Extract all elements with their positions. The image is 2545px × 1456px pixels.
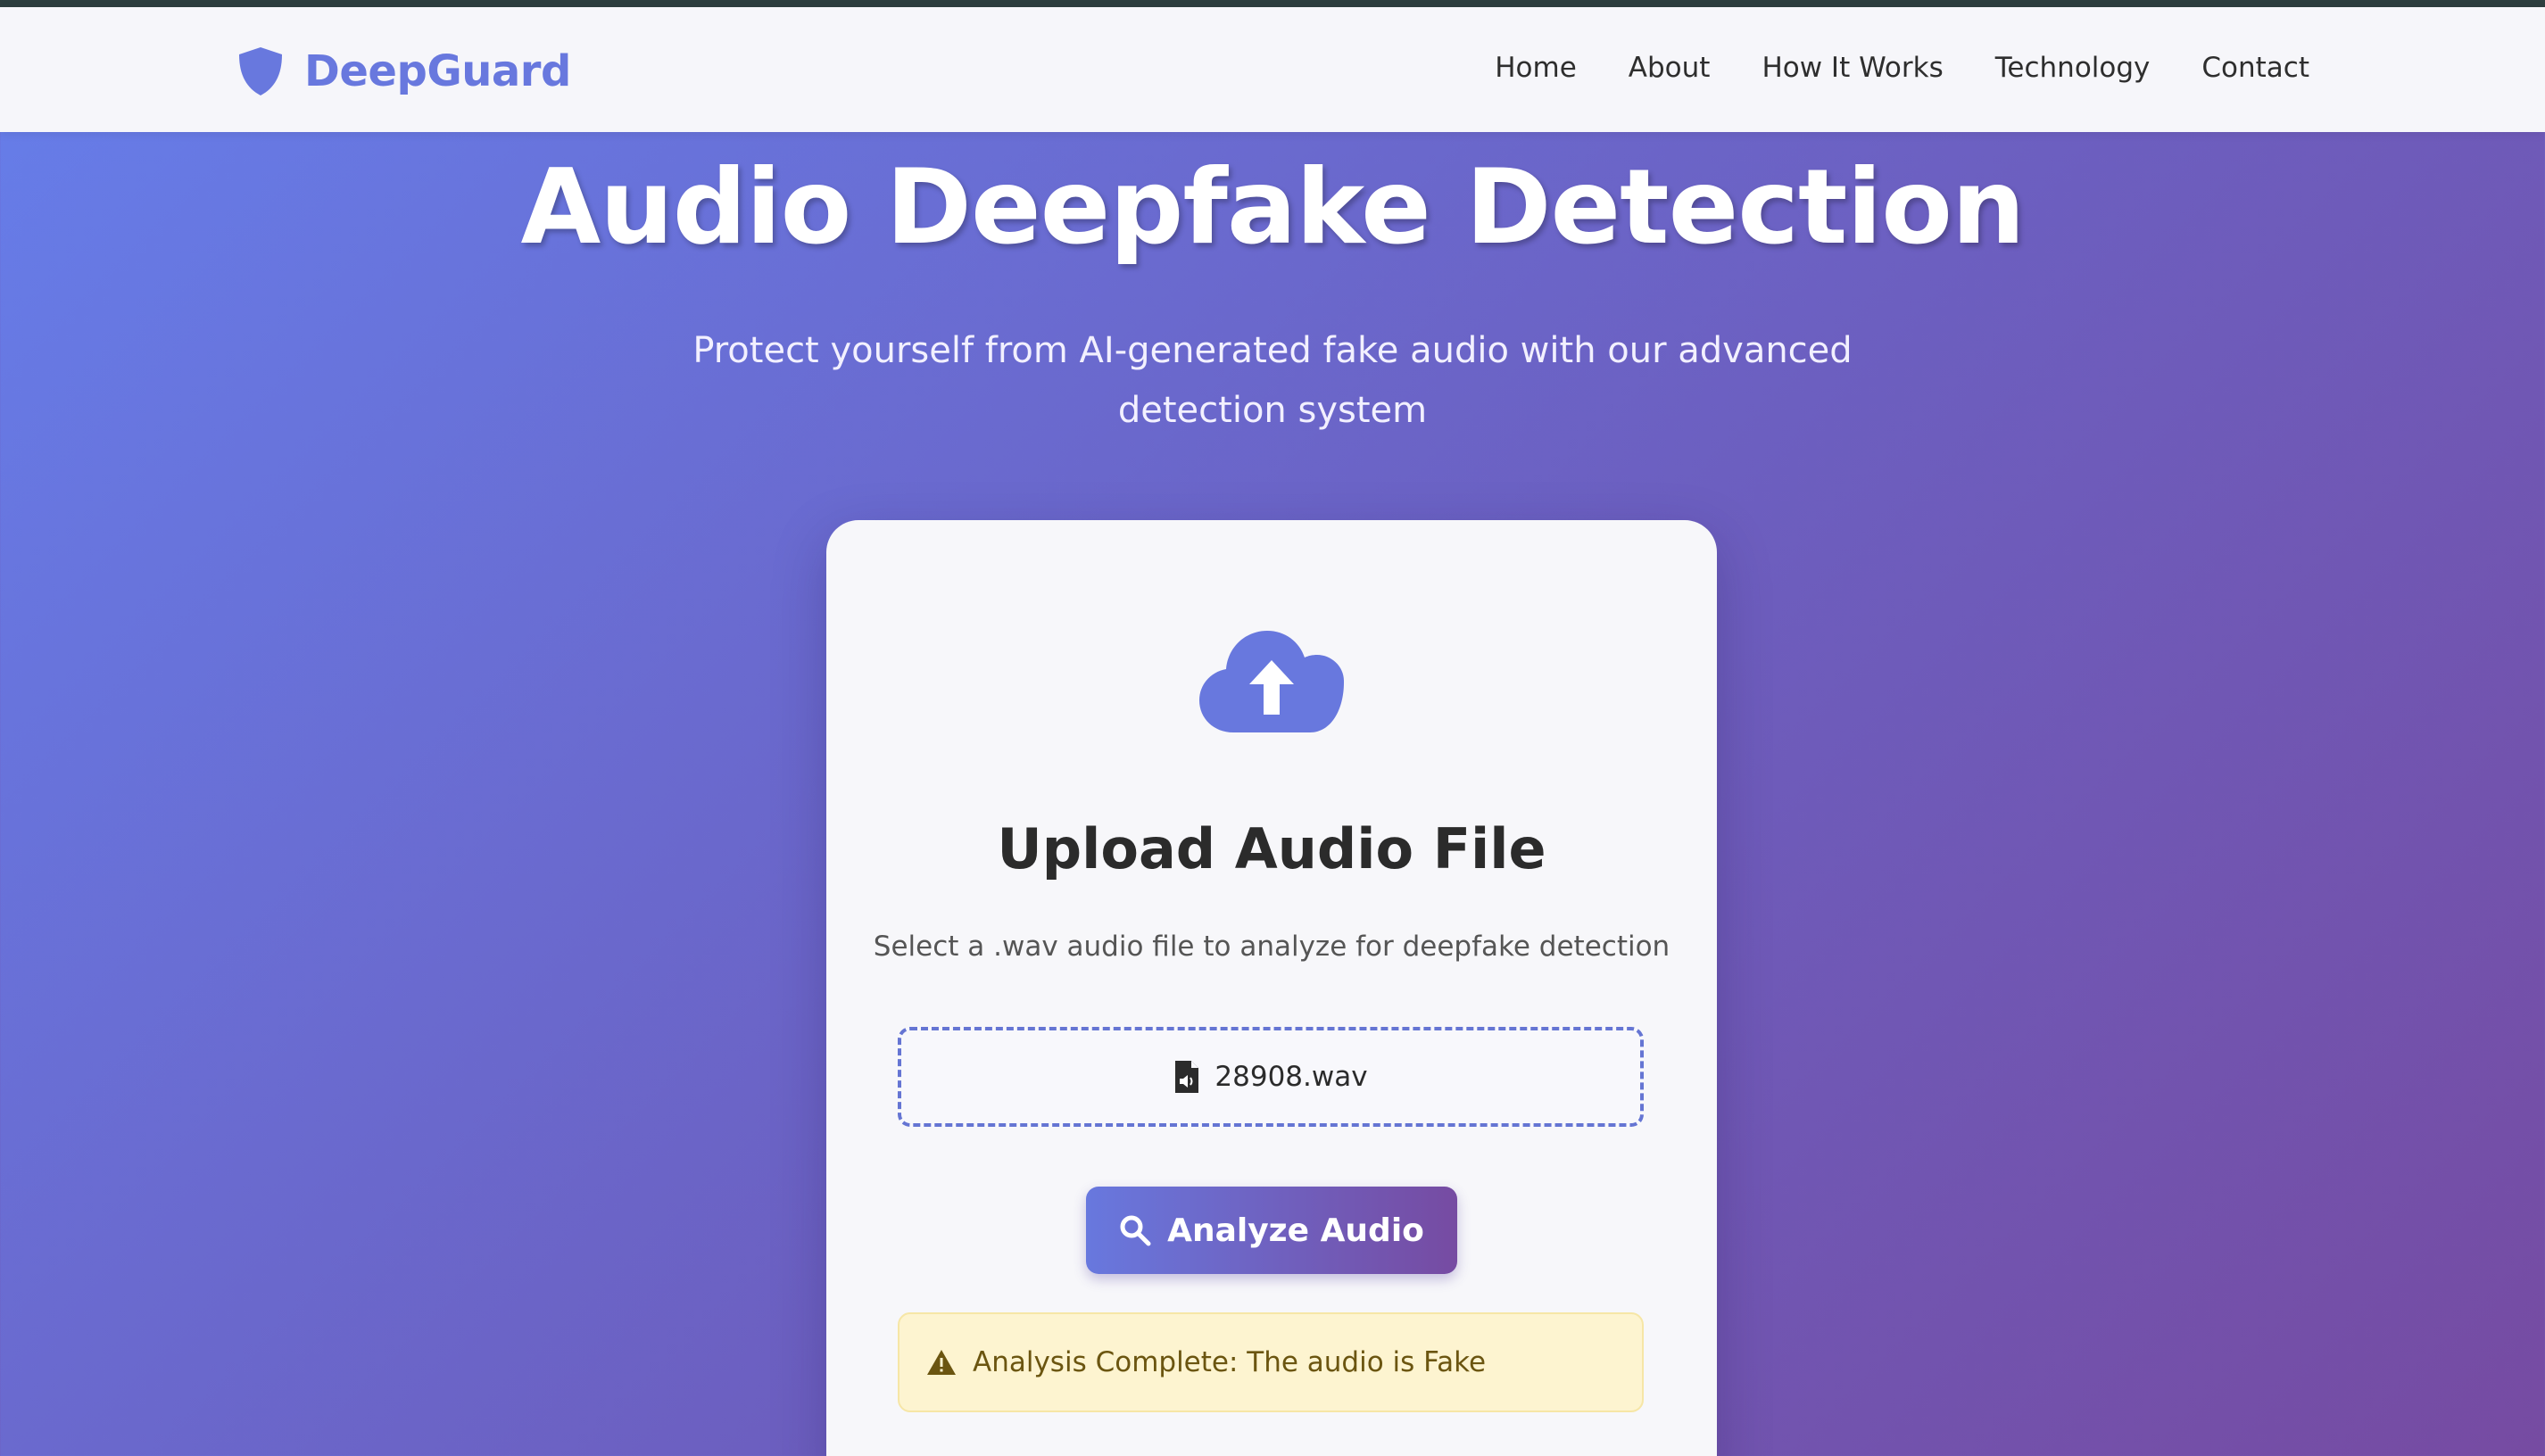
nav-link-about[interactable]: About <box>1629 52 1711 84</box>
nav-links: Home About How It Works Technology Conta… <box>1443 52 2309 84</box>
navbar: DeepGuard Home About How It Works Techno… <box>0 7 2545 132</box>
brand-name: DeepGuard <box>304 46 571 96</box>
warning-icon <box>927 1350 956 1375</box>
window-top-bar <box>0 0 2545 7</box>
upload-title: Upload Audio File <box>997 816 1546 881</box>
nav-link-technology[interactable]: Technology <box>1995 52 2151 84</box>
nav-link-contact[interactable]: Contact <box>2201 52 2309 84</box>
nav-link-home[interactable]: Home <box>1495 52 1577 84</box>
result-text: Analysis Complete: The audio is Fake <box>973 1346 1487 1378</box>
upload-card: Upload Audio File Select a .wav audio fi… <box>826 520 1717 1456</box>
analyze-audio-button[interactable]: Analyze Audio <box>1086 1187 1457 1274</box>
search-icon <box>1120 1215 1151 1246</box>
shield-icon <box>239 47 282 95</box>
nav-link-how-it-works[interactable]: How It Works <box>1762 52 1943 84</box>
file-input[interactable]: 28908.wav <box>898 1027 1644 1127</box>
upload-description: Select a .wav audio file to analyze for … <box>873 931 1670 963</box>
brand-logo[interactable]: DeepGuard <box>236 45 571 98</box>
analyze-button-label: Analyze Audio <box>1167 1212 1424 1249</box>
cloud-upload-icon <box>1199 631 1344 732</box>
hero-subtitle: Protect yourself from AI-generated fake … <box>692 330 1853 431</box>
hero-title: Audio Deepfake Detection <box>520 147 2025 268</box>
audio-file-icon <box>1175 1061 1199 1093</box>
selected-file-name: 28908.wav <box>1214 1061 1368 1093</box>
result-alert: Analysis Complete: The audio is Fake <box>898 1312 1644 1412</box>
